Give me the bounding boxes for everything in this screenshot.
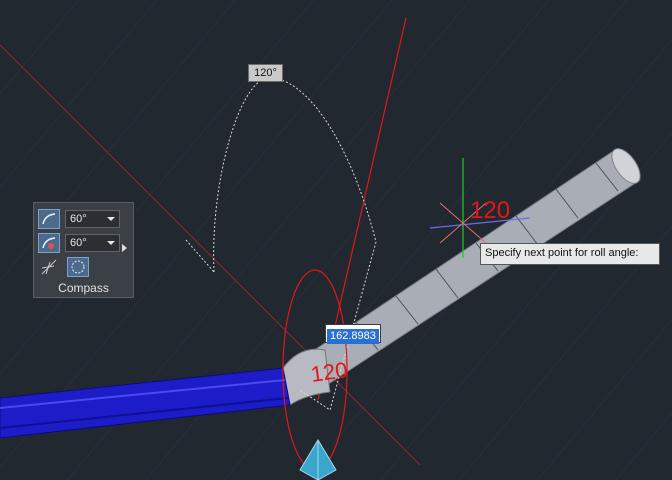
compass-lines-icon[interactable] xyxy=(40,258,58,276)
compass-toggle-icon[interactable] xyxy=(67,257,89,277)
snap-angle-1-value: 60° xyxy=(70,213,87,225)
arc-radius-icon[interactable] xyxy=(38,233,60,253)
dimension-label-upper: 120 xyxy=(470,197,510,224)
chevron-down-icon xyxy=(107,241,115,245)
compass-panel: 60° 60° Compass xyxy=(33,202,134,298)
dynamic-input-value: 162.8983 xyxy=(327,329,379,344)
blue-pipe[interactable] xyxy=(0,367,291,439)
compass-panel-title: Compass xyxy=(58,281,109,295)
dynamic-input-field[interactable]: 162.8983 xyxy=(325,324,381,344)
dimension-label-lower: 120 xyxy=(309,357,349,387)
snap-angle-2-select[interactable]: 60° xyxy=(65,234,120,252)
arc-snap-icon[interactable] xyxy=(38,209,60,229)
snap-angle-1-select[interactable]: 60° xyxy=(65,210,120,228)
snap-angle-2-value: 60° xyxy=(70,237,87,249)
chevron-down-icon xyxy=(107,217,115,221)
command-prompt-tooltip: Specify next point for roll angle: xyxy=(480,243,660,265)
ucs-gizmo[interactable] xyxy=(299,439,337,480)
expand-panel-icon[interactable] xyxy=(122,244,127,252)
angle-tag: 120° xyxy=(248,64,283,82)
